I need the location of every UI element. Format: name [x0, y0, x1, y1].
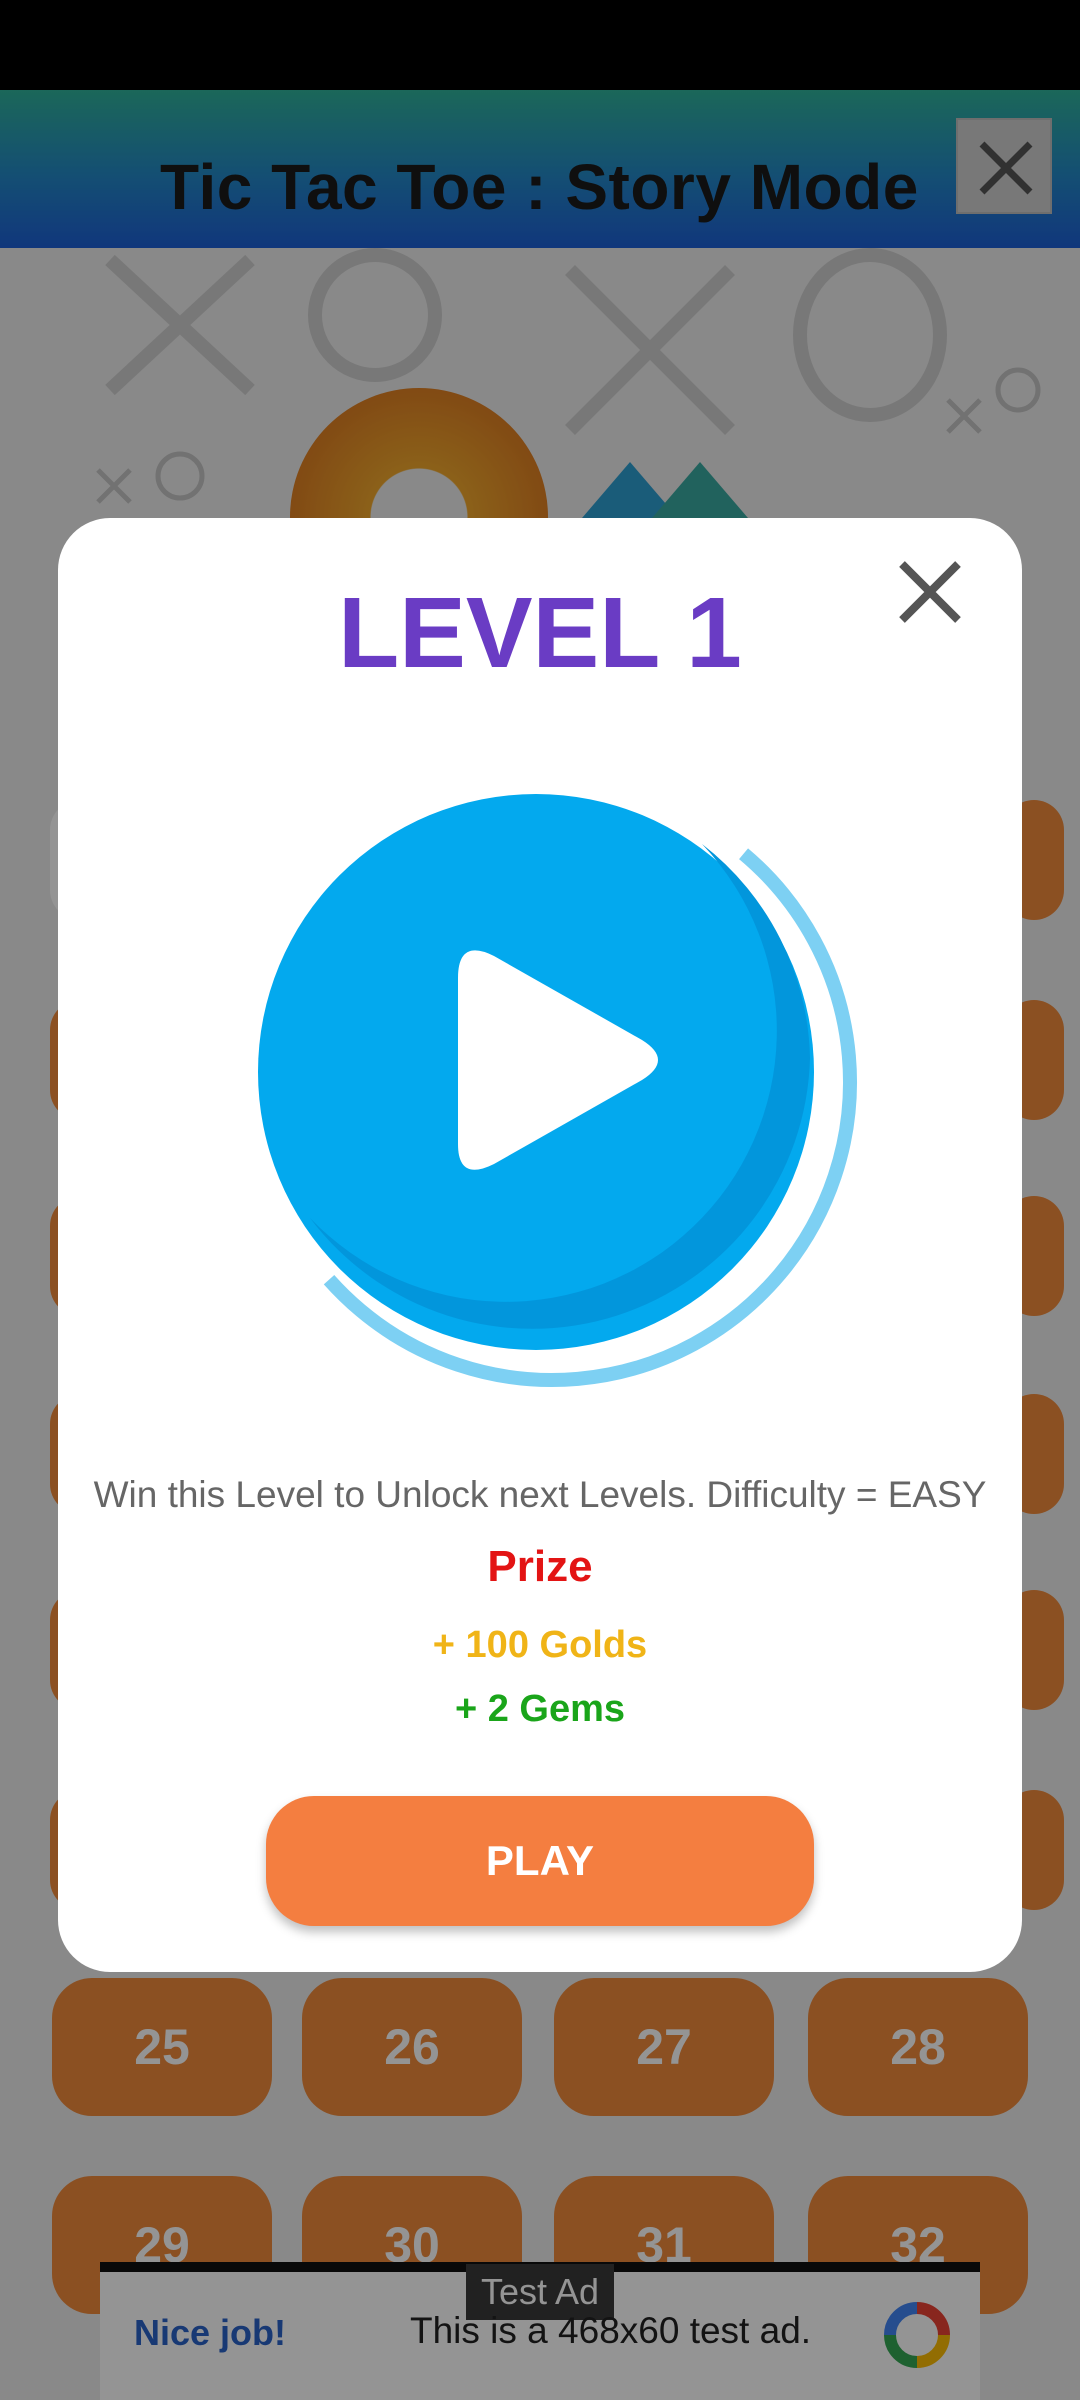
level-description: Win this Level to Unlock next Levels. Di… [93, 1474, 987, 1515]
play-circle-icon[interactable] [250, 788, 890, 1428]
prize-gold: + 100 Golds [432, 1624, 648, 1666]
prize-gems: + 2 Gems [454, 1688, 626, 1730]
prize-label: Prize [487, 1542, 593, 1591]
play-button[interactable]: PLAY [266, 1796, 814, 1926]
status-bar [0, 0, 1080, 90]
app-root: Tic Tac Toe : Story Mode 25 26 27 28 29 … [0, 0, 1080, 2400]
level-title: LEVEL 1 [338, 577, 742, 689]
